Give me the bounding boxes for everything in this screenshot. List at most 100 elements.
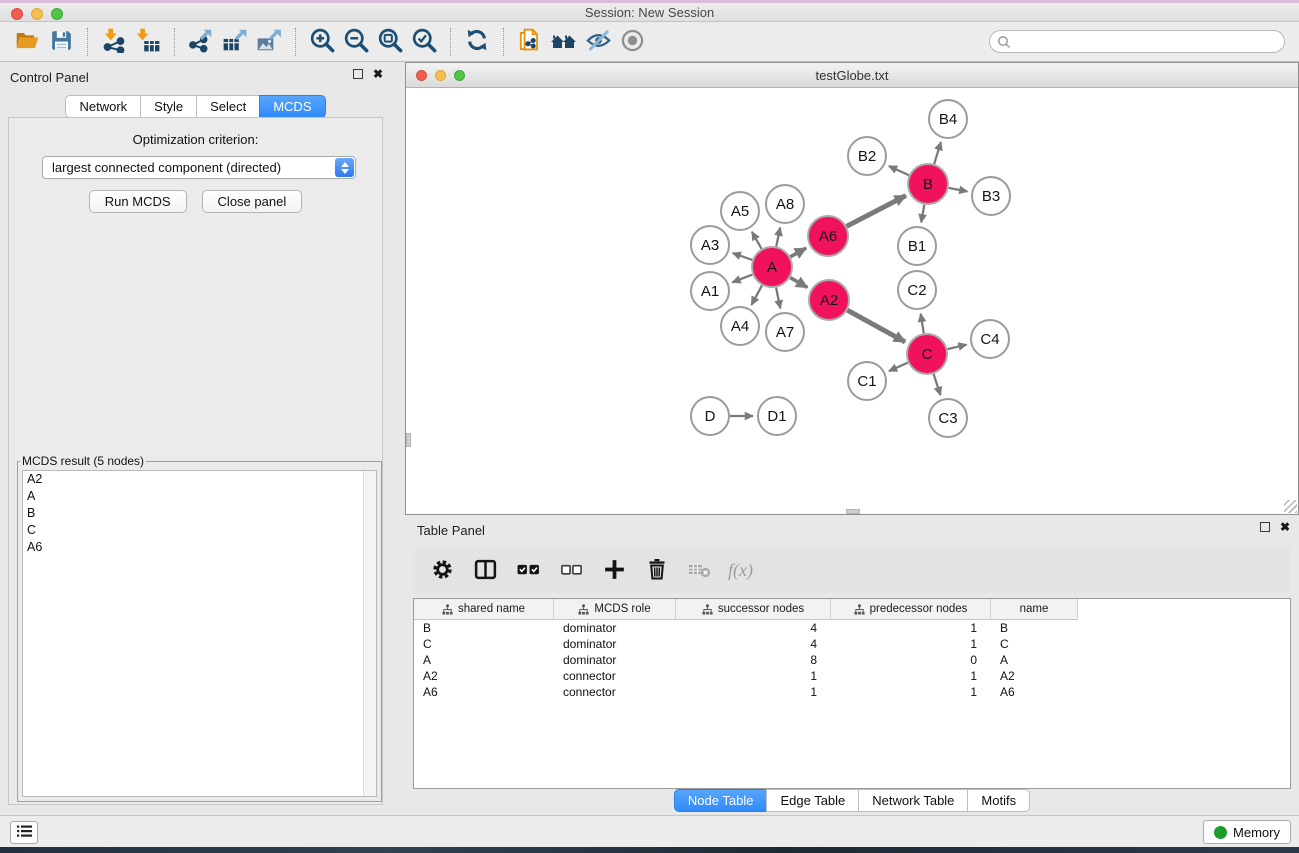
save-session-button[interactable] bbox=[44, 26, 78, 58]
import-table-button[interactable] bbox=[131, 26, 165, 58]
table-row[interactable]: A6connector11A6 bbox=[414, 684, 1290, 700]
edge-C-C4[interactable] bbox=[947, 345, 966, 350]
run-mcds-button[interactable]: Run MCDS bbox=[89, 190, 187, 213]
deselect-all-button[interactable] bbox=[556, 556, 586, 586]
show-column-button[interactable] bbox=[470, 556, 500, 586]
tab-select[interactable]: Select bbox=[196, 95, 260, 118]
column-header-shared-name[interactable]: shared name bbox=[414, 599, 554, 620]
edge-A-A6[interactable] bbox=[790, 248, 806, 257]
edge-A-A7[interactable] bbox=[776, 288, 780, 309]
table-row[interactable]: Adominator80A bbox=[414, 652, 1290, 668]
node-A[interactable]: A bbox=[752, 247, 792, 287]
new-network-button[interactable] bbox=[513, 26, 547, 58]
edge-B-B2[interactable] bbox=[889, 166, 909, 175]
node-B2[interactable]: B2 bbox=[848, 137, 886, 175]
node-B[interactable]: B bbox=[908, 164, 948, 204]
node-D1[interactable]: D1 bbox=[758, 397, 796, 435]
edge-C-C2[interactable] bbox=[921, 314, 924, 334]
result-list-item[interactable]: A6 bbox=[23, 539, 376, 556]
search-input[interactable] bbox=[1011, 31, 1284, 52]
node-table[interactable]: shared nameMCDS rolesuccessor nodesprede… bbox=[413, 598, 1291, 789]
edge-A-A8[interactable] bbox=[776, 228, 780, 247]
window-resize-grip[interactable] bbox=[1284, 500, 1297, 513]
close-panel-icon[interactable]: ✖ bbox=[373, 69, 383, 79]
table-settings-button[interactable] bbox=[427, 556, 457, 586]
node-B1[interactable]: B1 bbox=[898, 227, 936, 265]
edge-B-B1[interactable] bbox=[921, 205, 924, 223]
bottom-splitter-nub[interactable] bbox=[846, 509, 860, 514]
node-A8[interactable]: A8 bbox=[766, 185, 804, 223]
column-header-predecessor-nodes[interactable]: predecessor nodes bbox=[831, 599, 991, 620]
edge-A2-C[interactable] bbox=[847, 310, 905, 342]
close-panel-button[interactable]: Close panel bbox=[202, 190, 303, 213]
tab-edge-table[interactable]: Edge Table bbox=[766, 789, 859, 812]
table-row[interactable]: Bdominator41B bbox=[414, 620, 1290, 636]
memory-button[interactable]: Memory bbox=[1203, 820, 1291, 844]
zoom-in-button[interactable] bbox=[305, 26, 339, 58]
tab-node-table[interactable]: Node Table bbox=[674, 789, 768, 812]
edge-A-A5[interactable] bbox=[752, 232, 762, 249]
column-header-name[interactable]: name bbox=[991, 599, 1078, 620]
float-panel-icon[interactable] bbox=[1260, 522, 1270, 532]
zoom-selected-button[interactable] bbox=[407, 26, 441, 58]
node-C1[interactable]: C1 bbox=[848, 362, 886, 400]
select-all-button[interactable] bbox=[513, 556, 543, 586]
node-D[interactable]: D bbox=[691, 397, 729, 435]
node-A3[interactable]: A3 bbox=[691, 226, 729, 264]
column-header-MCDS-role[interactable]: MCDS role bbox=[554, 599, 676, 620]
add-column-button[interactable] bbox=[599, 556, 629, 586]
apply-function-button[interactable]: f(x) bbox=[728, 556, 753, 586]
tab-network-table[interactable]: Network Table bbox=[858, 789, 968, 812]
edge-A-A2[interactable] bbox=[790, 278, 807, 288]
result-scrollbar-track[interactable] bbox=[363, 471, 376, 796]
edge-C-C3[interactable] bbox=[934, 374, 941, 395]
tab-network[interactable]: Network bbox=[65, 95, 141, 118]
open-session-button[interactable] bbox=[10, 26, 44, 58]
edge-A6-B[interactable] bbox=[847, 196, 906, 227]
edge-A-A3[interactable] bbox=[733, 253, 753, 260]
export-network-button[interactable] bbox=[184, 26, 218, 58]
node-A6[interactable]: A6 bbox=[808, 216, 848, 256]
show-details-button[interactable] bbox=[615, 26, 649, 58]
tab-mcds[interactable]: MCDS bbox=[259, 95, 325, 118]
import-network-button[interactable] bbox=[97, 26, 131, 58]
node-C3[interactable]: C3 bbox=[929, 399, 967, 437]
float-panel-icon[interactable] bbox=[353, 69, 363, 79]
node-C4[interactable]: C4 bbox=[971, 320, 1009, 358]
edge-A-A1[interactable] bbox=[732, 275, 752, 283]
node-B3[interactable]: B3 bbox=[972, 177, 1010, 215]
node-A5[interactable]: A5 bbox=[721, 192, 759, 230]
hide-details-button[interactable] bbox=[581, 26, 615, 58]
node-A4[interactable]: A4 bbox=[721, 307, 759, 345]
result-list-item[interactable]: A2 bbox=[23, 471, 376, 488]
result-list-item[interactable]: A bbox=[23, 488, 376, 505]
network-canvas[interactable]: B4B2BB3A8A5A6A3B1AA1C2A2A4A7CC4C1C3DD1 bbox=[406, 88, 1298, 514]
export-table-button[interactable] bbox=[218, 26, 252, 58]
tab-style[interactable]: Style bbox=[140, 95, 197, 118]
node-B4[interactable]: B4 bbox=[929, 100, 967, 138]
node-A1[interactable]: A1 bbox=[691, 272, 729, 310]
delete-table-button[interactable] bbox=[685, 556, 715, 586]
edge-C-C1[interactable] bbox=[889, 363, 908, 372]
table-row[interactable]: Cdominator41C bbox=[414, 636, 1290, 652]
result-list-item[interactable]: B bbox=[23, 505, 376, 522]
table-row[interactable]: A2connector11A2 bbox=[414, 668, 1290, 684]
column-header-successor-nodes[interactable]: successor nodes bbox=[676, 599, 831, 620]
mcds-result-list[interactable]: A2ABCA6 bbox=[22, 470, 377, 797]
result-list-item[interactable]: C bbox=[23, 522, 376, 539]
refresh-button[interactable] bbox=[460, 26, 494, 58]
delete-column-button[interactable] bbox=[642, 556, 672, 586]
zoom-out-button[interactable] bbox=[339, 26, 373, 58]
edge-B-B3[interactable] bbox=[949, 188, 968, 192]
close-panel-icon[interactable]: ✖ bbox=[1280, 522, 1290, 532]
node-C2[interactable]: C2 bbox=[898, 271, 936, 309]
edge-A-A4[interactable] bbox=[751, 285, 762, 304]
node-A7[interactable]: A7 bbox=[766, 313, 804, 351]
node-C[interactable]: C bbox=[907, 334, 947, 374]
tab-motifs[interactable]: Motifs bbox=[967, 789, 1030, 812]
criterion-select[interactable]: largest connected component (directed) bbox=[42, 156, 356, 179]
edge-B-B4[interactable] bbox=[934, 142, 941, 164]
home-button[interactable] bbox=[547, 26, 581, 58]
zoom-fit-button[interactable] bbox=[373, 26, 407, 58]
export-image-button[interactable] bbox=[252, 26, 286, 58]
